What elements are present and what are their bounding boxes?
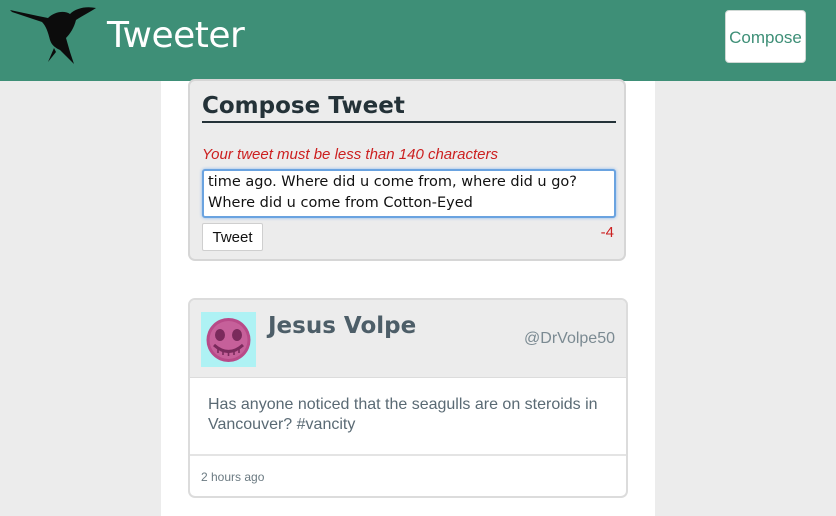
tweet-text: Has anyone noticed that the seagulls are… <box>208 396 598 433</box>
character-counter: -4 <box>600 224 614 241</box>
user-handle: @DrVolpe50 <box>524 330 615 347</box>
hummingbird-icon <box>10 7 96 64</box>
tweet-textarea[interactable]: time ago. Where did u come from, where d… <box>202 169 616 218</box>
tweet-header: Jesus Volpe @DrVolpe50 <box>190 300 626 378</box>
app-title: Tweeter <box>107 15 245 56</box>
compose-button[interactable]: Compose <box>725 10 806 63</box>
tweet-footer: 2 hours ago <box>190 454 626 496</box>
app-header: Tweeter Compose <box>0 0 836 81</box>
main-content: Compose Tweet Your tweet must be less th… <box>161 79 655 516</box>
compose-tweet-panel: Compose Tweet Your tweet must be less th… <box>188 79 626 261</box>
tweet-card: Jesus Volpe @DrVolpe50 Has anyone notice… <box>188 298 628 498</box>
compose-heading: Compose Tweet <box>202 91 616 123</box>
smiley-face-avatar-icon <box>201 312 256 367</box>
user-name: Jesus Volpe <box>268 313 417 339</box>
tweet-button[interactable]: Tweet <box>202 223 263 251</box>
error-message: Your tweet must be less than 140 charact… <box>202 146 498 163</box>
timestamp: 2 hours ago <box>201 470 265 484</box>
